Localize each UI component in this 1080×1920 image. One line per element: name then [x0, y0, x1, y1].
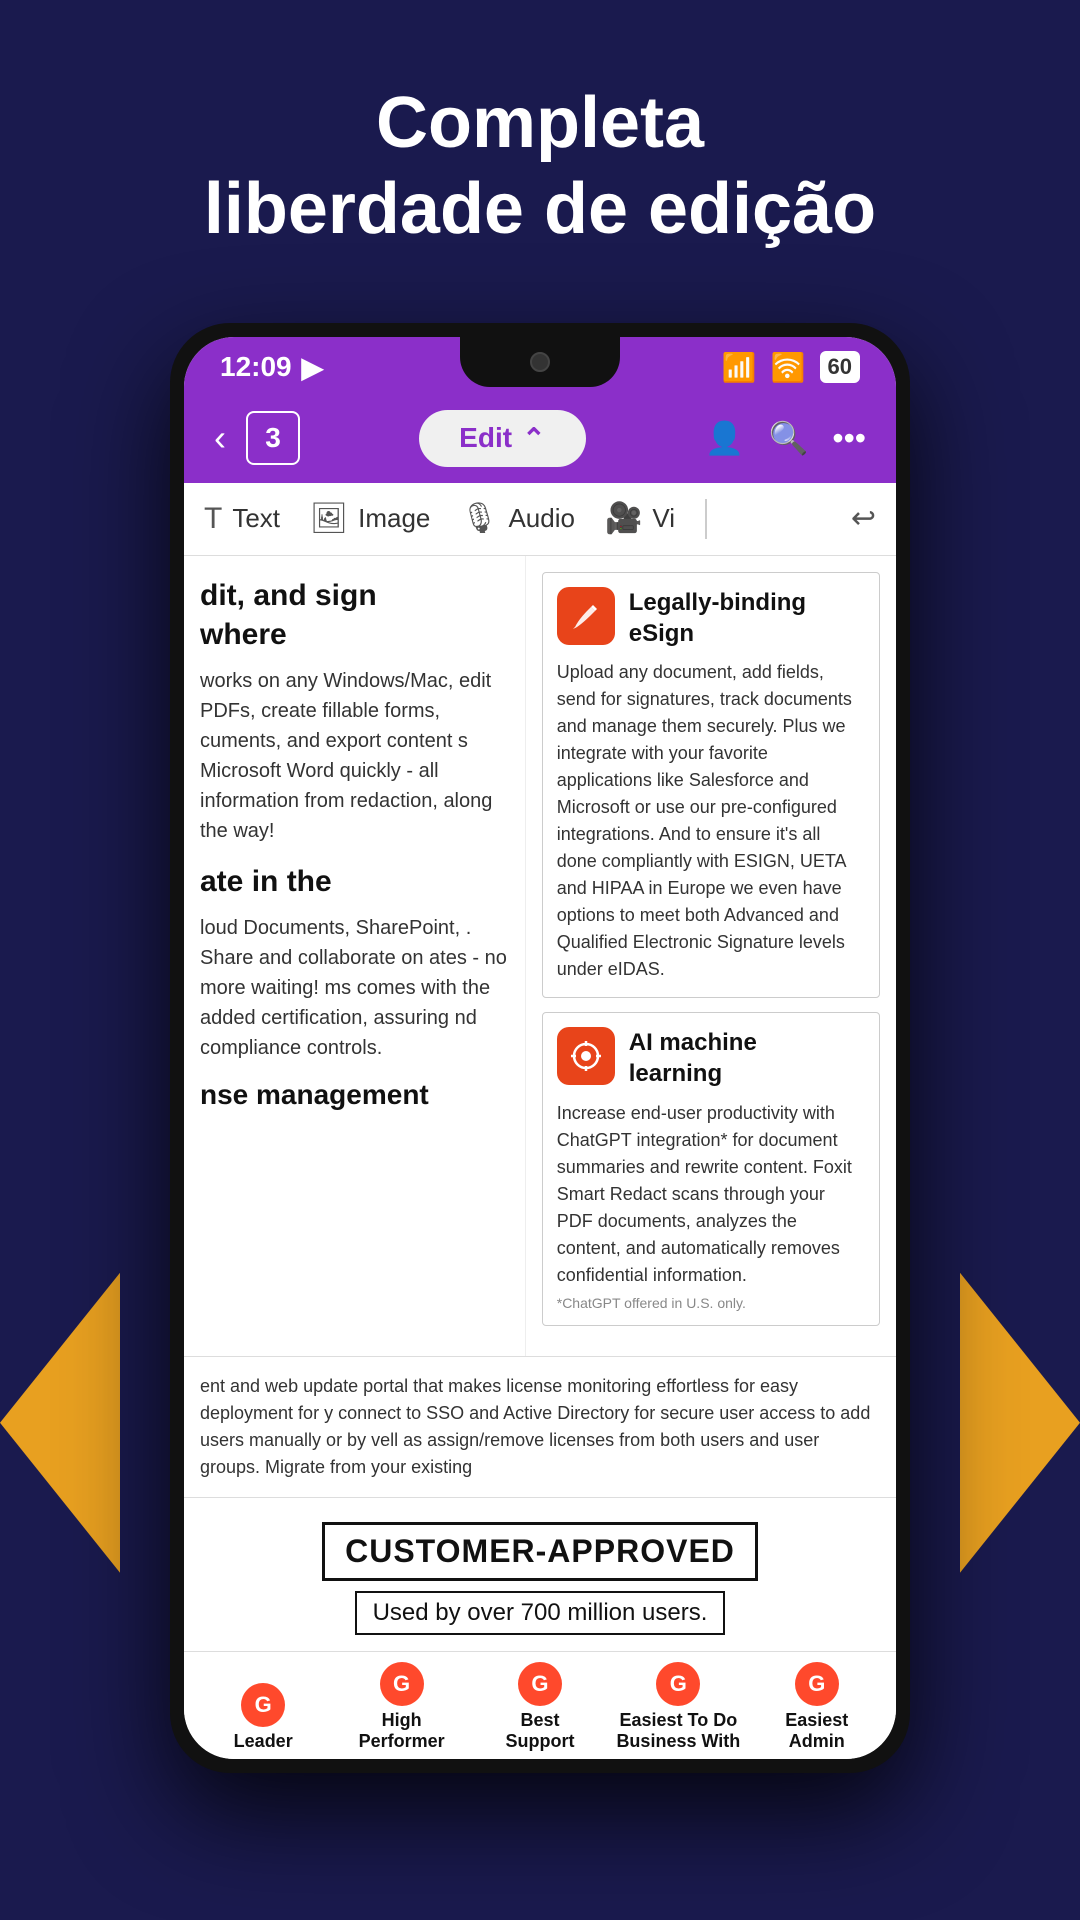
edit-button[interactable]: Edit ⌃ [419, 410, 585, 467]
badge-3-label: BestSupport [505, 1710, 574, 1753]
ai-icon [557, 1027, 615, 1085]
top-section: Completa liberdade de edição [0, 0, 1080, 293]
badge-easiest-business: G Easiest To DoBusiness With [609, 1662, 747, 1753]
audio-tool[interactable]: 🎙 Audio [460, 501, 575, 536]
esign-title: Legally-bindingeSign [629, 587, 806, 649]
ai-header: AI machinelearning [557, 1027, 865, 1089]
video-tool[interactable]: 🎥 Vi [605, 501, 675, 536]
doc-left-column: dit, and signwhere works on any Windows/… [184, 556, 526, 1356]
notch [460, 337, 620, 387]
more-options-icon[interactable]: ••• [832, 420, 866, 457]
ai-footnote: *ChatGPT offered in U.S. only. [557, 1295, 865, 1311]
phone-inner: 12:09 ▶ 📶 🛜 60 ‹ 3 [184, 337, 896, 1759]
edit-mode-bar: T Text 🖼 Image 🎙 Audio 🎥 Vi [184, 483, 896, 556]
badge-leader: G Leader [194, 1683, 332, 1753]
g2-logo-5: G [795, 1662, 839, 1706]
license-text: ent and web update portal that makes lic… [200, 1373, 880, 1481]
undo-button[interactable]: ↩ [851, 501, 876, 536]
image-tool[interactable]: 🖼 Image [310, 501, 430, 536]
deco-left [0, 1273, 120, 1573]
esign-icon [557, 587, 615, 645]
left-text-2: loud Documents, SharePoint, . Share and … [200, 913, 509, 1063]
g2-logo-4: G [656, 1662, 700, 1706]
page-wrapper: Completa liberdade de edição 12:09 ▶ [0, 0, 1080, 1773]
search-icon[interactable]: 🔍 [769, 419, 809, 457]
used-by-text: Used by over 700 million users. [355, 1591, 726, 1635]
app-toolbar: ‹ 3 Edit ⌃ 👤 🔍 ••• [184, 394, 896, 483]
left-text-1: works on any Windows/Mac, edit PDFs, cre… [200, 666, 509, 846]
g2-logo-3: G [518, 1662, 562, 1706]
time-display: 12:09 [220, 351, 292, 383]
phone-frame: 12:09 ▶ 📶 🛜 60 ‹ 3 [170, 323, 910, 1773]
phone-wrapper: 12:09 ▶ 📶 🛜 60 ‹ 3 [0, 323, 1080, 1773]
chevron-up-icon: ⌃ [522, 422, 545, 455]
back-button[interactable]: ‹ [214, 417, 226, 459]
g2-logo-1: G [241, 1683, 285, 1727]
g2-badges-row: G Leader G HighPerformer G BestSupport G… [184, 1651, 896, 1759]
toolbar-right: 👤 🔍 ••• [705, 419, 866, 457]
separator [705, 499, 707, 539]
text-tool[interactable]: T Text [204, 502, 280, 536]
signal-icon: 📶 [722, 351, 757, 384]
wifi-icon: 🛜 [771, 351, 806, 384]
badge-best-support: G BestSupport [471, 1662, 609, 1753]
deco-right [960, 1273, 1080, 1573]
esign-description: Upload any document, add fields, send fo… [557, 659, 865, 983]
left-heading-2: ate in the [200, 862, 509, 901]
customer-section: CUSTOMER-APPROVED Used by over 700 milli… [184, 1497, 896, 1651]
left-heading-1: dit, and signwhere [200, 576, 509, 654]
ai-title: AI machinelearning [629, 1027, 757, 1089]
badge-5-label: EasiestAdmin [785, 1710, 848, 1753]
document-content: dit, and signwhere works on any Windows/… [184, 556, 896, 1356]
license-section: ent and web update portal that makes lic… [184, 1356, 896, 1497]
ai-card: AI machinelearning Increase end-user pro… [542, 1012, 880, 1325]
toolbar-left: ‹ 3 [214, 411, 300, 465]
microphone-icon: 🎙 [460, 501, 498, 536]
status-left: 12:09 ▶ [220, 351, 323, 384]
video-icon: 🎥 [605, 501, 642, 536]
camera [530, 352, 550, 372]
ai-description: Increase end-user productivity with Chat… [557, 1100, 865, 1289]
text-icon: T [204, 502, 222, 536]
page-title: Completa liberdade de edição [60, 80, 1020, 253]
esign-card: Legally-bindingeSign Upload any document… [542, 572, 880, 998]
g2-logo-2: G [380, 1662, 424, 1706]
left-heading-3: nse management [200, 1079, 509, 1111]
badge-easiest-admin: G EasiestAdmin [748, 1662, 886, 1753]
add-user-icon[interactable]: 👤 [705, 419, 745, 457]
doc-right-column: Legally-bindingeSign Upload any document… [526, 556, 896, 1356]
image-icon: 🖼 [310, 501, 348, 536]
esign-header: Legally-bindingeSign [557, 587, 865, 649]
status-right: 📶 🛜 60 [722, 351, 860, 384]
customer-approved-badge: CUSTOMER-APPROVED [322, 1522, 758, 1581]
battery-indicator: 60 [820, 351, 860, 383]
page-number: 3 [246, 411, 300, 465]
badge-4-label: Easiest To DoBusiness With [616, 1710, 740, 1753]
badge-high-performer: G HighPerformer [332, 1662, 470, 1753]
location-icon: ▶ [302, 351, 324, 384]
badge-2-label: HighPerformer [359, 1710, 445, 1753]
badge-1-label: Leader [234, 1731, 293, 1753]
